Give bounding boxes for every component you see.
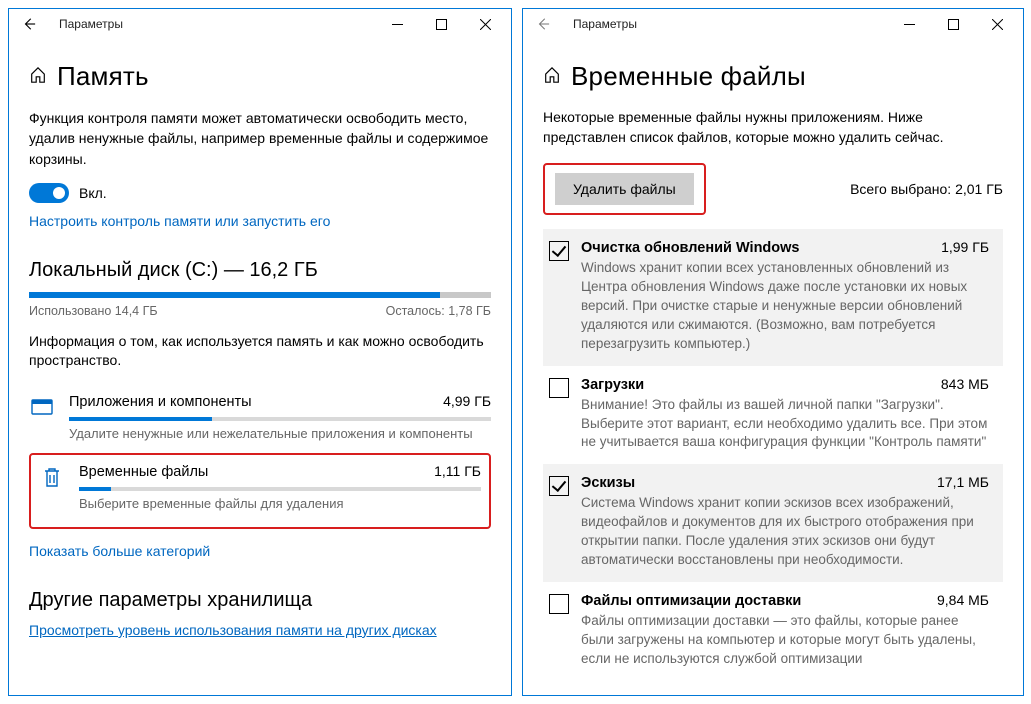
category-subtitle: Удалите ненужные или нежелательные прило… — [69, 426, 491, 443]
maximize-button[interactable] — [931, 10, 975, 38]
list-item[interactable]: Очистка обновлений Windows 1,99 ГБ Windo… — [543, 229, 1003, 365]
category-apps[interactable]: Приложения и компоненты 4,99 ГБ Удалите … — [29, 387, 491, 443]
category-title: Временные файлы — [79, 464, 208, 480]
show-more-link[interactable]: Показать больше категорий — [29, 543, 491, 559]
disk-used-label: Использовано 14,4 ГБ — [29, 304, 158, 318]
home-icon — [29, 66, 47, 87]
configure-storage-sense-link[interactable]: Настроить контроль памяти или запустить … — [29, 213, 330, 229]
list-item[interactable]: Загрузки 843 МБ Внимание! Это файлы из в… — [543, 366, 1003, 465]
page-title: Память — [57, 61, 149, 92]
item-size: 843 МБ — [941, 376, 989, 392]
category-bar — [79, 487, 481, 491]
trash-icon — [39, 463, 65, 489]
item-title: Эскизы — [581, 475, 635, 491]
checkbox[interactable] — [549, 476, 569, 496]
disk-legend: Использовано 14,4 ГБ Осталось: 1,78 ГБ — [29, 304, 491, 318]
checkbox[interactable] — [549, 378, 569, 398]
item-description: Система Windows хранит копии эскизов все… — [581, 494, 989, 570]
item-title: Очистка обновлений Windows — [581, 240, 799, 256]
view-other-disks-link[interactable]: Просмотреть уровень использования памяти… — [29, 622, 437, 638]
minimize-button[interactable] — [887, 10, 931, 38]
minimize-button[interactable] — [375, 10, 419, 38]
total-selected: Всего выбрано: 2,01 ГБ — [850, 181, 1003, 197]
disk-free-label: Осталось: 1,78 ГБ — [386, 304, 491, 318]
disk-usage-bar — [29, 292, 491, 298]
category-title: Приложения и компоненты — [69, 394, 252, 410]
maximize-button[interactable] — [419, 10, 463, 38]
storage-sense-toggle[interactable] — [29, 183, 69, 203]
item-size: 17,1 МБ — [937, 474, 989, 490]
local-disk-heading: Локальный диск (C:) — 16,2 ГБ — [29, 259, 491, 282]
disk-info: Информация о том, как используется памят… — [29, 332, 491, 371]
item-size: 9,84 МБ — [937, 592, 989, 608]
list-item[interactable]: Файлы оптимизации доставки 9,84 МБ Файлы… — [543, 582, 1003, 681]
page-title: Временные файлы — [571, 61, 806, 92]
item-size: 1,99 ГБ — [941, 239, 989, 255]
list-item[interactable]: Эскизы 17,1 МБ Система Windows хранит ко… — [543, 464, 1003, 582]
close-button[interactable] — [463, 10, 507, 38]
back-button[interactable] — [17, 17, 41, 31]
page-heading: Временные файлы — [543, 61, 1003, 92]
category-subtitle: Выберите временные файлы для удаления — [79, 496, 481, 513]
item-description: Файлы оптимизации доставки — это файлы, … — [581, 612, 989, 669]
item-description: Windows хранит копии всех установленных … — [581, 259, 989, 353]
window-title: Параметры — [573, 17, 887, 31]
storage-sense-description: Функция контроля памяти может автоматиче… — [29, 108, 491, 169]
item-description: Внимание! Это файлы из вашей личной папк… — [581, 396, 989, 453]
page-heading: Память — [29, 61, 491, 92]
category-temp-files[interactable]: Временные файлы 1,11 ГБ Выберите временн… — [39, 463, 481, 513]
apps-icon — [29, 393, 55, 417]
storage-settings-window: Параметры Память Функция контроля памяти… — [8, 8, 512, 696]
category-size: 1,11 ГБ — [434, 463, 481, 479]
temp-files-window: Параметры Временные файлы Некоторые врем… — [522, 8, 1024, 696]
checkbox[interactable] — [549, 594, 569, 614]
other-storage-heading: Другие параметры хранилища — [29, 589, 491, 612]
titlebar: Параметры — [523, 9, 1023, 39]
toggle-label: Вкл. — [79, 185, 107, 201]
delete-files-button[interactable]: Удалить файлы — [555, 173, 694, 205]
temp-files-description: Некоторые временные файлы нужны приложен… — [543, 108, 1003, 147]
home-icon — [543, 66, 561, 87]
temp-files-list: Очистка обновлений Windows 1,99 ГБ Windo… — [543, 229, 1003, 680]
item-title: Файлы оптимизации доставки — [581, 593, 801, 609]
close-button[interactable] — [975, 10, 1019, 38]
back-button[interactable] — [531, 17, 555, 31]
window-title: Параметры — [59, 17, 375, 31]
titlebar: Параметры — [9, 9, 511, 39]
category-bar — [69, 417, 491, 421]
item-title: Загрузки — [581, 377, 644, 393]
category-size: 4,99 ГБ — [443, 393, 491, 409]
checkbox[interactable] — [549, 241, 569, 261]
